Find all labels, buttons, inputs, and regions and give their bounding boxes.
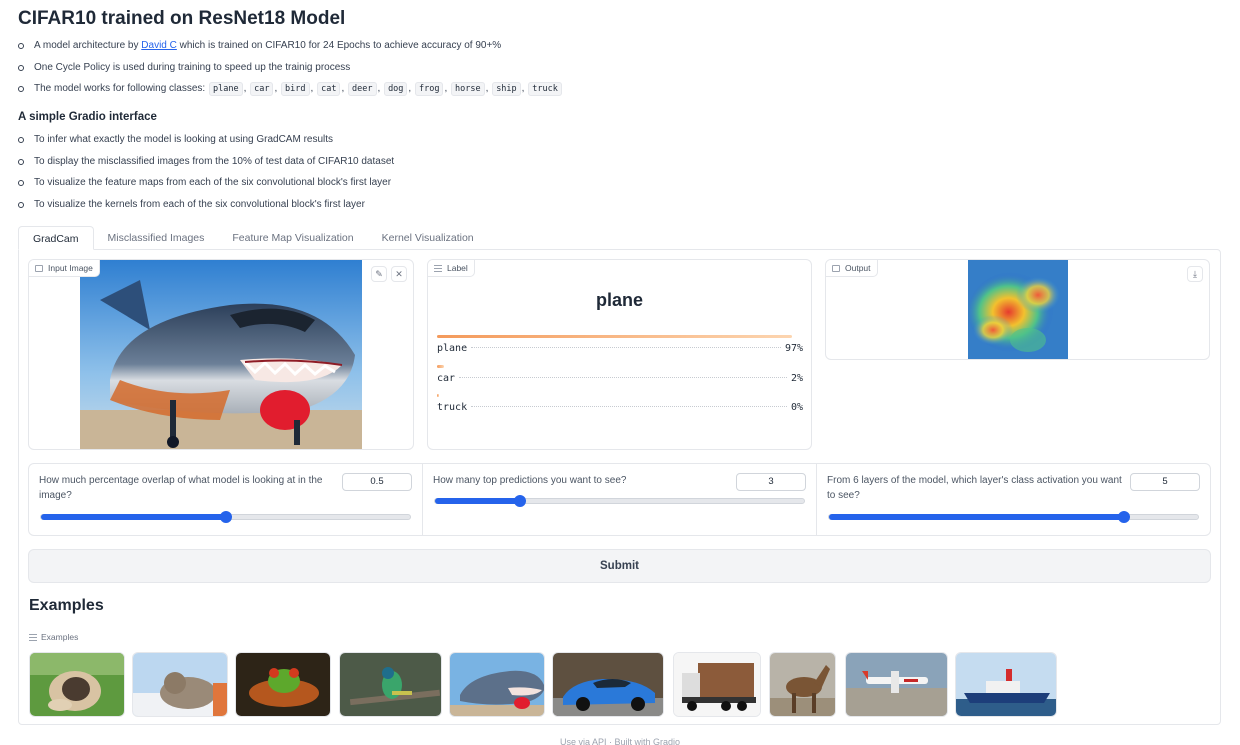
layer-number-input[interactable]: 5: [1130, 473, 1200, 491]
confidence-value: 0%: [790, 402, 803, 413]
overlap-number-input[interactable]: 0.5: [342, 473, 412, 491]
class-chip: truck: [528, 82, 562, 96]
class-chip: ship: [492, 82, 521, 96]
overlap-slider-label: How much percentage overlap of what mode…: [39, 475, 323, 501]
examples-title: Examples: [29, 597, 104, 614]
examples-label: Examples: [41, 632, 79, 642]
download-icon[interactable]: ⤓: [1187, 266, 1203, 282]
overlap-slider[interactable]: [40, 511, 411, 523]
list-item: To infer what exactly the model is looki…: [18, 132, 394, 154]
example-thumbnail-plane[interactable]: [449, 652, 545, 717]
layer-slider[interactable]: [828, 511, 1199, 523]
list-item: To visualize the feature maps from each …: [18, 175, 394, 197]
tab-bar: GradCam Misclassified Images Feature Map…: [18, 226, 488, 250]
class-chip: frog: [414, 82, 444, 96]
confidence-bar: [437, 365, 445, 368]
example-thumbnail-bird[interactable]: [339, 652, 442, 717]
page-title: CIFAR10 trained on ResNet18 Model: [18, 8, 346, 29]
list-item: One Cycle Policy is used during training…: [18, 60, 563, 82]
example-thumbnail-car[interactable]: [552, 652, 664, 717]
slider-row: How much percentage overlap of what mode…: [28, 463, 1211, 536]
class-chip: dog: [384, 82, 408, 96]
list-icon: [29, 633, 37, 641]
example-thumbnail-cat[interactable]: [132, 652, 228, 717]
bullet-text: A model architecture by: [34, 40, 142, 51]
class-chip: horse: [451, 82, 485, 96]
examples-header: Examples: [29, 632, 78, 642]
close-icon[interactable]: ✕: [391, 266, 407, 282]
tab-kernel-visualization[interactable]: Kernel Visualization: [368, 226, 488, 250]
predicted-class: plane: [595, 290, 643, 310]
confidence-class: car: [437, 373, 456, 384]
section-heading: A simple Gradio interface: [18, 111, 157, 123]
slider-thumb[interactable]: [1118, 511, 1131, 523]
class-list: plane, car, bird, cat, deer, dog, frog, …: [208, 82, 563, 96]
confidence-bar: [437, 335, 793, 338]
image-icon: [35, 264, 43, 272]
confidence-class: truck: [437, 402, 468, 413]
bullet-text: The model works for following classes:: [34, 83, 208, 94]
bullet-text: which is trained on CIFAR10 for 24 Epoch…: [176, 40, 502, 51]
label-output-header: Label: [428, 260, 475, 277]
class-chip: deer: [348, 82, 377, 96]
class-chip: car: [250, 82, 274, 96]
top-predictions-number-input[interactable]: 3: [736, 473, 806, 491]
class-chip: plane: [208, 82, 243, 96]
list-item: To visualize the kernels from each of th…: [18, 197, 394, 219]
confidence-value: 97%: [784, 343, 803, 354]
gradcam-heatmap: [968, 260, 1068, 359]
confidence-row: truck 0%: [437, 394, 803, 413]
layer-slider-block: From 6 layers of the model, which layer'…: [817, 464, 1210, 535]
output-header: Output: [826, 260, 878, 277]
label-output-box: Label plane plane 97% car 2% truck 0%: [427, 259, 812, 450]
confidence-row: car 2%: [437, 365, 803, 384]
output-label: Output: [845, 263, 871, 273]
example-thumbnail-ship[interactable]: [955, 652, 1057, 717]
tab-feature-map-visualization[interactable]: Feature Map Visualization: [218, 226, 367, 250]
author-link[interactable]: David C: [141, 40, 177, 51]
image-icon: [832, 264, 840, 272]
confidence-row: plane 97%: [437, 335, 803, 354]
slider-thumb[interactable]: [219, 511, 232, 523]
label-output-label: Label: [447, 263, 468, 273]
label-icon: [434, 264, 442, 272]
submit-button[interactable]: Submit: [28, 549, 1211, 583]
top-predictions-slider-block: How many top predictions you want to see…: [423, 464, 817, 535]
list-item: A model architecture by David C which is…: [18, 38, 563, 60]
list-item: The model works for following classes: p…: [18, 81, 563, 103]
layer-slider-label: From 6 layers of the model, which layer'…: [827, 475, 1122, 501]
slider-thumb[interactable]: [513, 495, 526, 507]
example-thumbnail-truck[interactable]: [673, 652, 761, 717]
example-thumbnail-horse[interactable]: [769, 652, 836, 717]
example-thumbnail-frog[interactable]: [235, 652, 331, 717]
class-chip: bird: [281, 82, 310, 96]
confidence-class: plane: [437, 343, 468, 354]
input-image: [80, 260, 362, 449]
overlap-slider-block: How much percentage overlap of what mode…: [29, 464, 423, 535]
list-item: To display the misclassified images from…: [18, 154, 394, 176]
input-image-label: Input Image: [48, 263, 93, 273]
footer: Use via API · Built with Gradio: [559, 737, 681, 745]
input-image-box[interactable]: Input Image ✎ ✕: [28, 259, 414, 450]
tab-misclassified-images[interactable]: Misclassified Images: [94, 226, 219, 250]
top-predictions-slider[interactable]: [434, 495, 805, 507]
class-chip: cat: [317, 82, 341, 96]
pencil-icon[interactable]: ✎: [371, 266, 387, 282]
output-image-box: Output ⤓: [825, 259, 1210, 360]
top-predictions-slider-label: How many top predictions you want to see…: [433, 475, 627, 486]
confidence-bar: [437, 394, 440, 397]
example-thumbnail-plane[interactable]: [845, 652, 948, 717]
model-info-list: A model architecture by David C which is…: [18, 38, 563, 103]
gradcam-panel: Input Image ✎ ✕ Label plane plane 97% ca…: [18, 249, 1221, 725]
confidence-value: 2%: [790, 373, 803, 384]
input-image-header: Input Image: [29, 260, 100, 277]
tab-gradcam[interactable]: GradCam: [18, 226, 94, 250]
feature-list: To infer what exactly the model is looki…: [18, 132, 394, 218]
example-thumbnail-dog[interactable]: [29, 652, 125, 717]
